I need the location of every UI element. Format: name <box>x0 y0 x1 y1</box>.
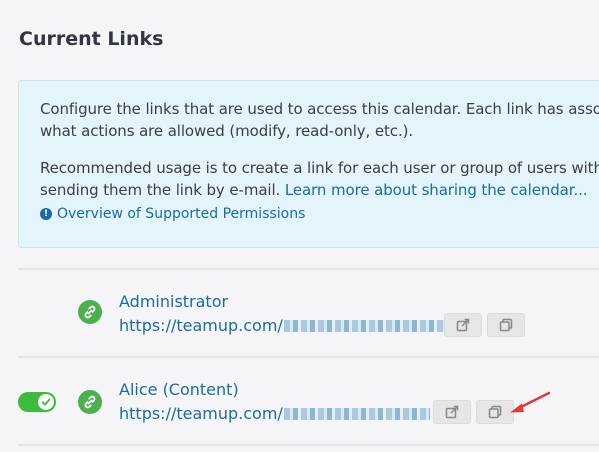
info-text: Recommended usage is to create a link fo… <box>40 159 599 177</box>
info-box: Configure the links that are used to acc… <box>18 80 599 248</box>
link-url-prefix: https://teamup.com/ <box>119 404 283 423</box>
link-url-prefix: https://teamup.com/ <box>119 316 283 335</box>
info-text: what actions are allowed (modify, read-o… <box>40 122 414 140</box>
chain-link-glyph <box>84 395 96 409</box>
open-link-button[interactable] <box>433 400 471 424</box>
page-title: Current Links <box>19 28 164 50</box>
info-text: sending them the link by e-mail. <box>40 181 285 199</box>
divider <box>18 268 599 270</box>
redacted-url-token <box>283 319 444 332</box>
external-link-icon <box>445 405 459 419</box>
divider <box>18 444 599 446</box>
overview-permissions-label: Overview of Supported Permissions <box>57 206 306 222</box>
open-link-button[interactable] <box>444 313 482 337</box>
copy-link-button[interactable] <box>487 313 525 337</box>
toggle-knob <box>38 394 54 410</box>
info-text-line: sending them the link by e-mail. Learn m… <box>40 179 599 201</box>
external-link-icon <box>456 318 470 332</box>
info-text: Configure the links that are used to acc… <box>40 100 599 118</box>
copy-icon <box>499 318 513 332</box>
link-icon <box>78 390 102 414</box>
link-name-alice[interactable]: Alice (Content) <box>119 380 239 399</box>
annotation-arrow-icon <box>510 391 551 413</box>
link-url-alice[interactable]: https://teamup.com/ <box>119 404 430 423</box>
link-icon <box>78 300 102 324</box>
copy-icon <box>488 405 502 419</box>
chain-link-glyph <box>84 305 96 319</box>
info-paragraph-2: Recommended usage is to create a link fo… <box>40 157 599 201</box>
link-enabled-toggle[interactable] <box>18 392 56 412</box>
redacted-url-token <box>283 407 430 420</box>
link-name-administrator[interactable]: Administrator <box>119 292 228 311</box>
overview-permissions-link[interactable]: ! Overview of Supported Permissions <box>40 206 305 222</box>
divider <box>18 356 599 358</box>
exclamation-circle-icon: ! <box>40 208 52 220</box>
link-url-administrator[interactable]: https://teamup.com/ <box>119 316 444 335</box>
check-icon <box>41 398 51 406</box>
learn-more-sharing-link[interactable]: Learn more about sharing the calendar... <box>285 181 588 199</box>
info-paragraph-1: Configure the links that are used to acc… <box>40 98 599 142</box>
